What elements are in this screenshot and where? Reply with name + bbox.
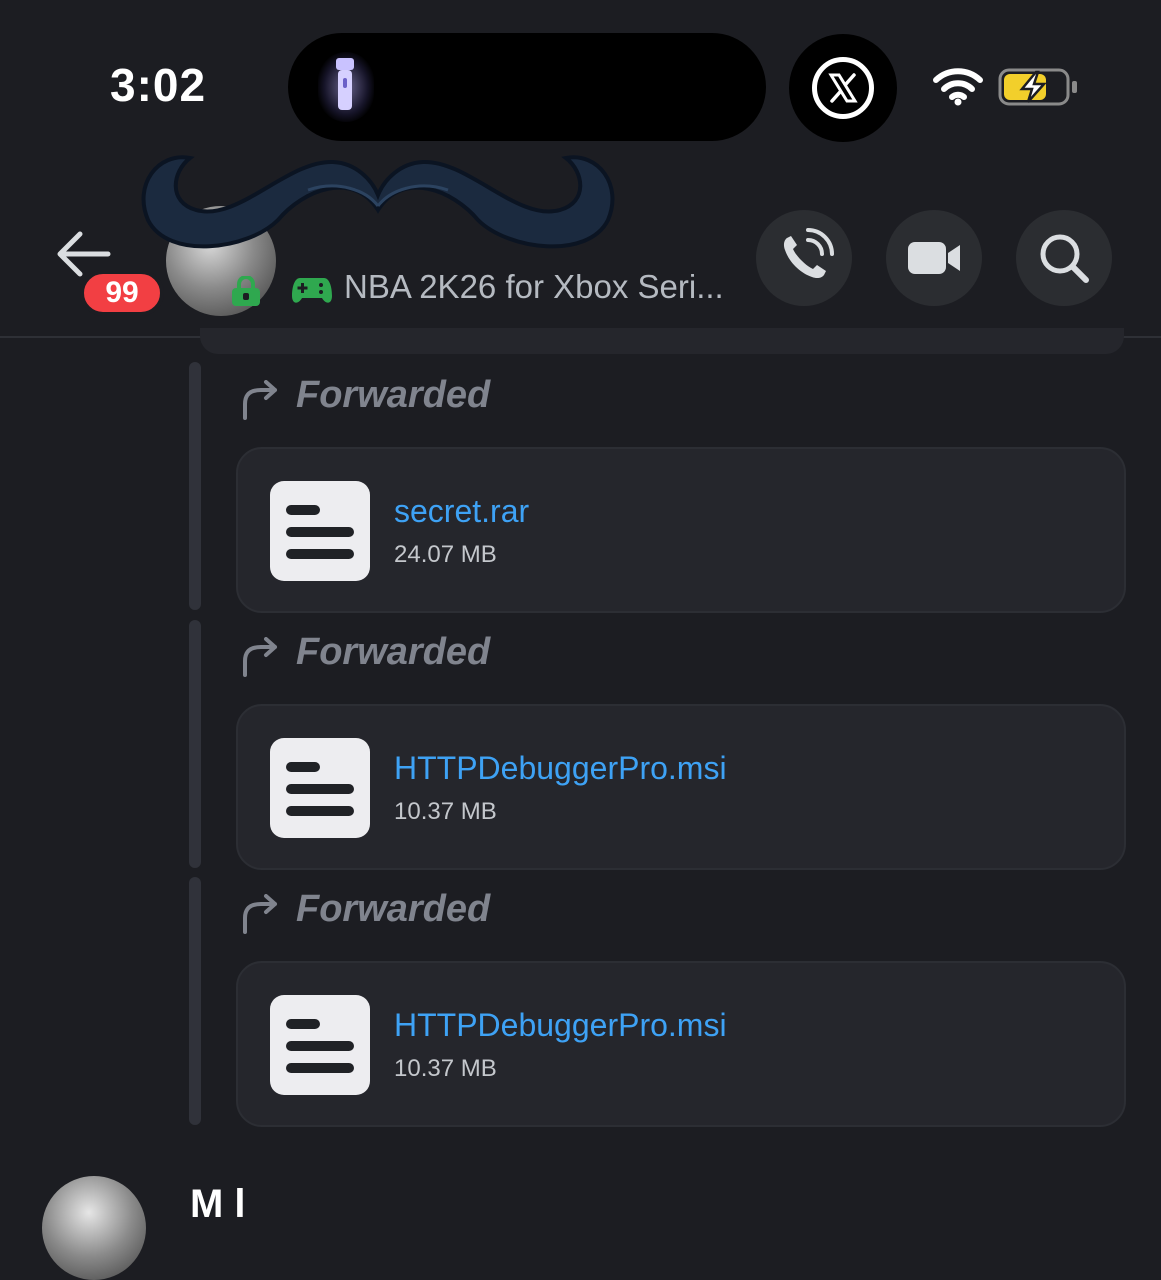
document-icon xyxy=(270,738,370,838)
message-author-avatar[interactable] xyxy=(42,1176,146,1280)
file-size: 10.37 MB xyxy=(394,1055,497,1082)
video-camera-icon xyxy=(908,242,960,274)
activity-status: NBA 2K26 for Xbox Seri... xyxy=(344,268,724,305)
message-author-name[interactable]: M l xyxy=(190,1182,246,1227)
file-size: 10.37 MB xyxy=(394,798,497,825)
file-attachment[interactable]: HTTPDebuggerPro.msi 10.37 MB xyxy=(236,961,1126,1127)
file-name-link[interactable]: HTTPDebuggerPro.msi xyxy=(394,750,727,787)
document-icon xyxy=(270,995,370,1095)
unread-badge: 99 xyxy=(80,270,164,316)
lock-status-icon xyxy=(232,276,260,306)
video-call-button[interactable] xyxy=(886,210,982,306)
forward-thread-bar xyxy=(189,620,201,868)
previous-attachment-card xyxy=(200,328,1124,354)
file-attachment[interactable]: secret.rar 24.07 MB xyxy=(236,447,1126,613)
forward-thread-bar xyxy=(189,877,201,1125)
search-icon xyxy=(1040,234,1089,283)
forward-arrow-icon xyxy=(243,637,277,677)
search-button[interactable] xyxy=(1016,210,1112,306)
voice-call-button[interactable] xyxy=(756,210,852,306)
forwarded-label: Forwarded xyxy=(296,888,491,930)
file-name-link[interactable]: HTTPDebuggerPro.msi xyxy=(394,1007,727,1044)
x-logo-icon xyxy=(812,57,874,119)
battery-charging-icon xyxy=(998,68,1077,106)
file-size: 24.07 MB xyxy=(394,541,497,568)
forward-arrow-icon xyxy=(243,380,277,420)
forwarded-label: Forwarded xyxy=(296,631,491,673)
file-attachment[interactable]: HTTPDebuggerPro.msi 10.37 MB xyxy=(236,704,1126,870)
wifi-icon xyxy=(933,68,983,106)
forwarded-label: Forwarded xyxy=(296,374,491,416)
phone-icon xyxy=(783,228,834,279)
file-name-link[interactable]: secret.rar xyxy=(394,493,529,530)
status-time: 3:02 xyxy=(110,59,207,111)
forward-arrow-icon xyxy=(243,894,277,934)
forward-thread-bar xyxy=(189,362,201,610)
flashlight-icon xyxy=(336,58,354,110)
gamepad-icon xyxy=(292,278,332,303)
document-icon xyxy=(270,481,370,581)
